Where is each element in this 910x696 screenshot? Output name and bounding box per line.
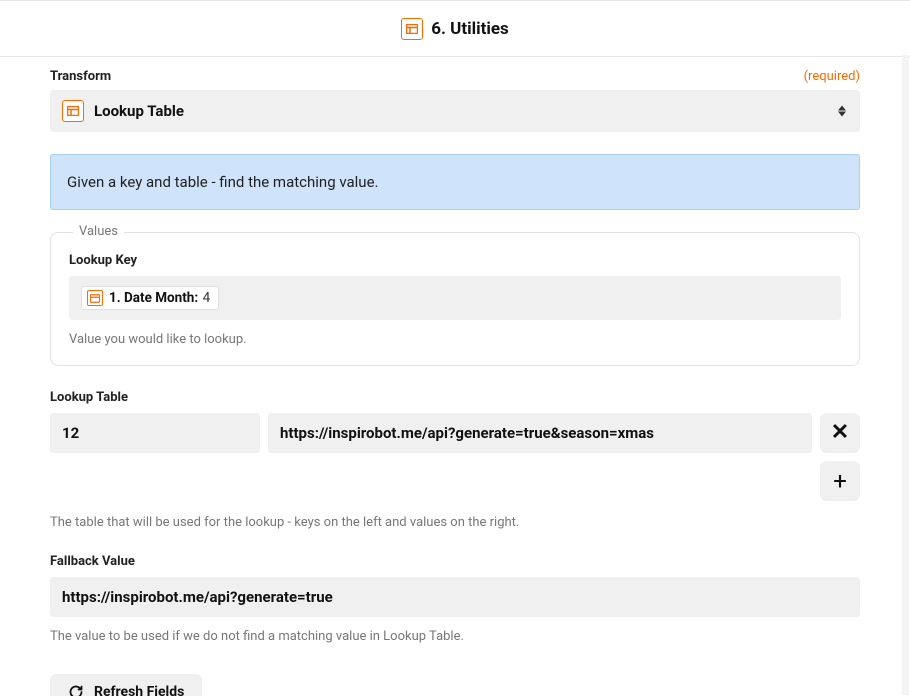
- page-header: 6. Utilities: [0, 1, 910, 57]
- chevron-updown-icon: [838, 106, 846, 117]
- remove-row-button[interactable]: ✕: [820, 413, 860, 453]
- lookup-table-help: The table that will be used for the look…: [50, 515, 860, 530]
- refresh-fields-button[interactable]: Refresh Fields: [50, 674, 202, 696]
- required-indicator: (required): [804, 69, 860, 84]
- lookup-table-icon: [62, 100, 84, 122]
- refresh-icon: [68, 684, 84, 696]
- lookup-key-input[interactable]: 1. Date Month: 4: [69, 276, 841, 320]
- lookup-key-tag[interactable]: 1. Date Month: 4: [81, 286, 219, 310]
- add-row-button[interactable]: +: [820, 461, 860, 501]
- transform-description: Given a key and table - find the matchin…: [50, 154, 860, 210]
- scrollbar[interactable]: [902, 55, 909, 695]
- lookup-key-tag-value: 4: [203, 290, 211, 306]
- page-title: 6. Utilities: [431, 19, 509, 39]
- lookup-key-tag-label: 1. Date Month:: [109, 290, 198, 306]
- fallback-help: The value to be used if we do not find a…: [50, 629, 860, 644]
- date-source-icon: [87, 290, 103, 306]
- close-icon: ✕: [831, 422, 849, 444]
- fallback-value-input[interactable]: https://inspirobot.me/api?generate=true: [50, 577, 860, 617]
- values-fieldset: Values Lookup Key 1. Date Month: 4 Value…: [50, 232, 860, 366]
- lookup-row-value-input[interactable]: https://inspirobot.me/api?generate=true&…: [268, 413, 812, 453]
- refresh-fields-label: Refresh Fields: [94, 684, 184, 696]
- lookup-table-row: 12 https://inspirobot.me/api?generate=tr…: [50, 413, 860, 453]
- transform-select[interactable]: Lookup Table: [50, 90, 860, 132]
- transform-label: Transform: [50, 69, 111, 84]
- lookup-table-label: Lookup Table: [50, 390, 860, 405]
- values-legend: Values: [73, 224, 124, 239]
- transform-selected-value: Lookup Table: [94, 102, 184, 120]
- lookup-key-help: Value you would like to lookup.: [69, 332, 841, 347]
- lookup-row-key-input[interactable]: 12: [50, 413, 260, 453]
- plus-icon: +: [833, 469, 847, 493]
- utilities-icon: [401, 18, 423, 40]
- lookup-key-label: Lookup Key: [69, 253, 841, 268]
- fallback-label: Fallback Value: [50, 554, 860, 569]
